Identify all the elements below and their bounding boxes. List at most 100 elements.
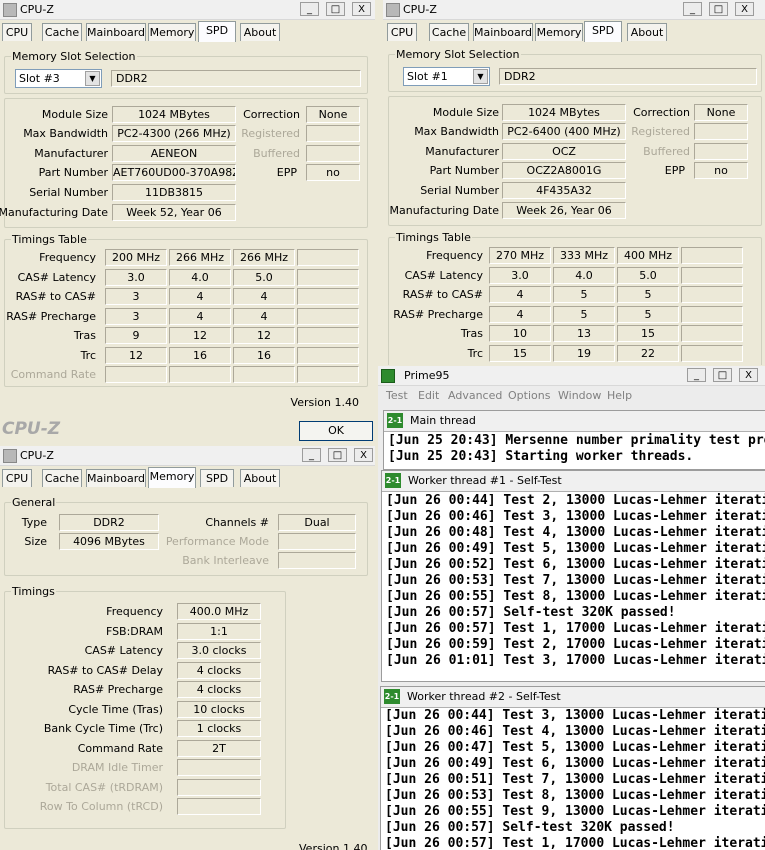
window-title: CPU-Z: [20, 449, 54, 462]
log-line: [Jun 26 00:49] Test 6, 13000 Lucas-Lehme…: [385, 756, 765, 771]
panel-header[interactable]: 2-1 Main thread: [384, 411, 765, 432]
close-button[interactable]: X: [354, 448, 373, 462]
buffered-field: [306, 145, 360, 162]
timing-cell: 266 MHz: [233, 249, 295, 266]
timing-cell: 4.0: [169, 268, 231, 286]
group-title: Memory Slot Selection: [395, 48, 521, 61]
ok-button[interactable]: OK: [299, 421, 373, 441]
tab-spd[interactable]: SPD: [198, 21, 236, 42]
minimize-button[interactable]: _: [683, 2, 702, 16]
group-title: Timings: [11, 585, 56, 598]
group-title: General: [11, 496, 57, 509]
prime95-window: Prime95 _ □ X Test Edit Advanced Options…: [378, 366, 765, 850]
type-label: Type: [21, 516, 47, 529]
menu-help[interactable]: Help: [607, 389, 632, 402]
timing-value: [177, 778, 261, 796]
menu-window[interactable]: Window: [558, 389, 601, 402]
max-bandwidth-field: PC2-4300 (266 MHz): [112, 125, 236, 142]
correction-field: None: [306, 106, 360, 123]
timing-cell: [681, 344, 743, 362]
max-bandwidth-label: Max Bandwidth: [23, 127, 108, 140]
log-line: [Jun 26 00:59] Test 2, 17000 Lucas-Lehme…: [386, 637, 765, 652]
menu-test[interactable]: Test: [386, 389, 408, 402]
close-button[interactable]: X: [735, 2, 754, 16]
size-label: Size: [24, 535, 47, 548]
tab-mainboard[interactable]: Mainboard: [86, 469, 146, 487]
timing-value: 10 clocks: [177, 700, 261, 718]
tab-mainboard[interactable]: Mainboard: [473, 23, 533, 41]
timing-cell: 4.0: [553, 266, 615, 284]
slot-select[interactable]: Slot #3 ▼: [15, 69, 102, 88]
minimize-button[interactable]: _: [687, 368, 706, 382]
tab-cache[interactable]: Cache: [429, 23, 469, 41]
tab-spd[interactable]: SPD: [200, 469, 234, 487]
module-size-field: 1024 MBytes: [502, 104, 626, 121]
chevron-down-icon[interactable]: ▼: [473, 69, 488, 84]
ras-cas-label: RAS# to CAS#: [15, 290, 96, 303]
maximize-button[interactable]: □: [713, 368, 732, 382]
size-field: 4096 MBytes: [59, 533, 159, 550]
buffered-field: [694, 143, 748, 160]
maximize-button[interactable]: □: [709, 2, 728, 16]
tab-cpu[interactable]: CPU: [2, 469, 32, 487]
chevron-down-icon[interactable]: ▼: [85, 71, 100, 86]
serial-number-label: Serial Number: [29, 186, 108, 199]
menu-advanced[interactable]: Advanced: [448, 389, 502, 402]
main-thread-panel[interactable]: 2-1 Main thread [Jun 25 20:43] Mersenne …: [383, 410, 765, 470]
app-icon: [3, 449, 17, 463]
panel-title: Worker thread #1 - Self-Test: [408, 474, 562, 487]
log-line: [Jun 26 00:44] Test 2, 13000 Lucas-Lehme…: [386, 493, 765, 508]
title-bar[interactable]: CPU-Z _ □ X: [383, 0, 765, 20]
registered-field: [306, 125, 360, 142]
maximize-button[interactable]: □: [328, 448, 347, 462]
timing-label: DRAM Idle Timer: [71, 761, 163, 774]
tab-spd[interactable]: SPD: [584, 21, 622, 42]
close-button[interactable]: X: [739, 368, 758, 382]
panel-header[interactable]: 2-1 Worker thread #2 - Self-Test: [381, 687, 765, 708]
tab-about[interactable]: About: [240, 23, 280, 41]
timing-cell: 9: [105, 327, 167, 344]
timing-label: Bank Cycle Time (Trc): [43, 722, 163, 735]
version-label: Version 1.40: [290, 396, 359, 409]
minimize-button[interactable]: _: [300, 2, 319, 16]
tab-cache[interactable]: Cache: [42, 23, 82, 41]
trc-label: Trc: [80, 349, 96, 362]
tab-cpu[interactable]: CPU: [2, 23, 32, 41]
group-title: Timings Table: [395, 231, 472, 244]
timing-cell: 4: [169, 288, 231, 305]
timing-label: Total CAS# (tRDRAM): [45, 780, 163, 794]
timing-cell: 16: [233, 346, 295, 364]
timing-value: 3.0 clocks: [177, 642, 261, 659]
tab-memory[interactable]: Memory: [148, 23, 196, 41]
minimize-button[interactable]: _: [302, 448, 321, 462]
slot-select-value: Slot #1: [407, 70, 448, 83]
tab-about[interactable]: About: [627, 23, 667, 41]
tab-memory[interactable]: Memory: [148, 467, 196, 488]
title-bar[interactable]: Prime95 _ □ X: [378, 366, 765, 386]
part-number-field: AET760UD00-370A98Z: [112, 164, 236, 181]
tab-about[interactable]: About: [240, 469, 280, 487]
log-line: [Jun 26 00:55] Test 9, 13000 Lucas-Lehme…: [385, 804, 765, 819]
tab-mainboard[interactable]: Mainboard: [86, 23, 146, 41]
title-bar[interactable]: CPU-Z _ □ X: [0, 0, 375, 20]
tab-memory[interactable]: Memory: [535, 23, 583, 41]
tab-cpu[interactable]: CPU: [387, 23, 417, 41]
part-number-label: Part Number: [38, 166, 108, 179]
part-number-label: Part Number: [429, 164, 499, 177]
log-line: [Jun 26 00:46] Test 4, 13000 Lucas-Lehme…: [385, 724, 765, 739]
menu-options[interactable]: Options: [508, 389, 550, 402]
window-title: CPU-Z: [403, 3, 437, 16]
log-line: [Jun 26 01:01] Test 3, 17000 Lucas-Lehme…: [386, 653, 765, 668]
tab-cache[interactable]: Cache: [42, 469, 82, 487]
cpuz-window-spd-slot1: CPU-Z _ □ X CPU Cache Mainboard Memory S…: [383, 0, 765, 365]
close-button[interactable]: X: [352, 2, 371, 16]
maximize-button[interactable]: □: [326, 2, 345, 16]
slot-select[interactable]: Slot #1 ▼: [403, 67, 490, 86]
timing-cell: [681, 286, 743, 303]
panel-header[interactable]: 2-1 Worker thread #1 - Self-Test: [382, 471, 765, 492]
worker-thread-2-panel[interactable]: 2-1 Worker thread #2 - Self-Test [Jun 26…: [380, 686, 765, 850]
title-bar[interactable]: CPU-Z _ □ X: [0, 446, 375, 466]
log-line: [Jun 26 00:57] Self-test 320K passed!: [385, 820, 675, 835]
menu-edit[interactable]: Edit: [418, 389, 439, 402]
worker-thread-1-panel[interactable]: 2-1 Worker thread #1 - Self-Test [Jun 26…: [381, 470, 765, 682]
